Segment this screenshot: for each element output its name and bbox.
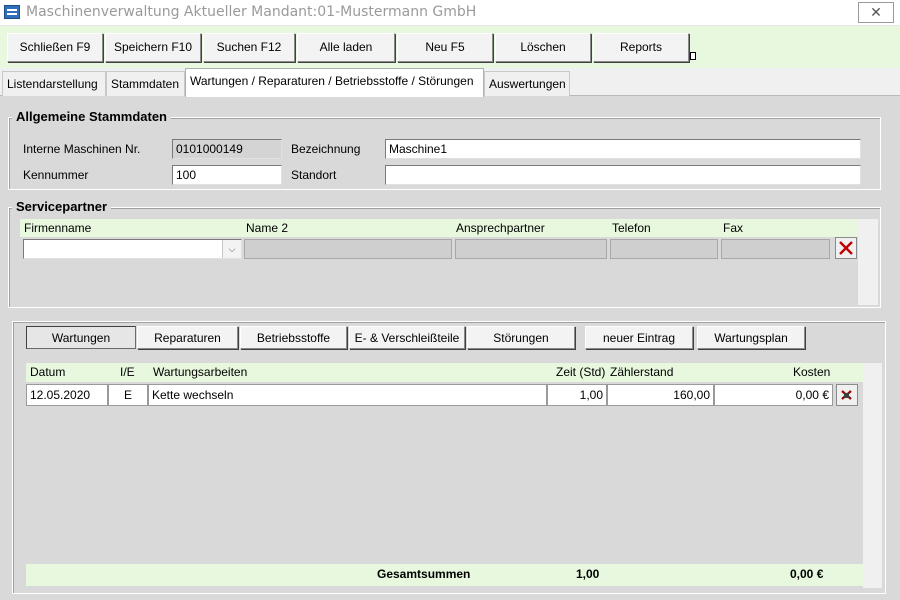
delete-row-icon [841, 390, 852, 400]
row-delete-button[interactable] [836, 384, 858, 406]
subtab-betriebsstoffe[interactable]: Betriebsstoffe [240, 326, 347, 349]
tab-listendarstellung[interactable]: Listendarstellung [2, 71, 106, 96]
load-all-button[interactable]: Alle laden [297, 33, 395, 62]
search-f12-button[interactable]: Suchen F12 [203, 33, 295, 62]
telefon-field [610, 239, 718, 259]
row-arbeiten[interactable]: Kette wechseln [148, 384, 547, 406]
subtab-stoerungen[interactable]: Störungen [467, 326, 575, 349]
interne-nr-field: 0101000149 [172, 139, 282, 159]
fax-field [721, 239, 830, 259]
servicepartner-scrollbar[interactable] [858, 219, 878, 305]
wartung-scrollbar[interactable] [863, 363, 882, 588]
servicepartner-group-title: Servicepartner [12, 199, 112, 214]
subtab-wartungen[interactable]: Wartungen [26, 326, 136, 349]
col-fax: Fax [723, 221, 744, 235]
app-icon [4, 5, 20, 19]
totals-zeit: 1,00 [576, 567, 600, 581]
col-kosten: Kosten [793, 365, 831, 379]
tab-auswertungen[interactable]: Auswertungen [484, 71, 570, 96]
col-ie: I/E [120, 365, 135, 379]
reports-button[interactable]: Reports [593, 33, 689, 62]
reports-dropdown-marker[interactable] [690, 52, 696, 60]
col-datum: Datum [30, 365, 66, 379]
totals-bar: Gesamtsummen 1,00 0,00 € [26, 564, 863, 586]
col-telefon: Telefon [612, 221, 651, 235]
save-f10-button[interactable]: Speichern F10 [105, 33, 201, 62]
col-name2: Name 2 [246, 221, 289, 235]
col-zeit: Zeit (Std) [556, 365, 606, 379]
firmenname-combobox[interactable] [23, 239, 242, 259]
totals-kosten: 0,00 € [790, 567, 824, 581]
window-title: Maschinenverwaltung Aktueller Mandant:01… [26, 4, 477, 20]
row-datum[interactable]: 12.05.2020 [26, 384, 108, 406]
col-wartungsarbeiten: Wartungsarbeiten [153, 365, 248, 379]
subtab-reparaturen[interactable]: Reparaturen [137, 326, 238, 349]
name2-field [244, 239, 452, 259]
kennummer-field[interactable]: 100 [172, 165, 282, 185]
interne-nr-label: Interne Maschinen Nr. [23, 142, 141, 156]
row-zaehlerstand[interactable]: 160,00 [607, 384, 714, 406]
bezeichnung-label: Bezeichnung [291, 142, 361, 156]
row-zeit[interactable]: 1,00 [547, 384, 607, 406]
wartungsplan-button[interactable]: Wartungsplan [697, 326, 805, 349]
ansprechpartner-field [455, 239, 607, 259]
wartung-header: Datum I/E Wartungsarbeiten Zeit (Std) Zä… [26, 363, 863, 382]
subtab-verschleissteile[interactable]: E- & Verschleißteile [349, 326, 465, 349]
row-kosten[interactable]: 0,00 € [714, 384, 833, 406]
totals-label: Gesamtsummen [377, 567, 471, 581]
delete-x-icon [839, 241, 853, 255]
wartung-group [12, 321, 886, 594]
row-ie[interactable]: E [108, 384, 148, 406]
new-entry-button[interactable]: neuer Eintrag [585, 326, 693, 349]
title-bar: Maschinenverwaltung Aktueller Mandant:01… [0, 0, 900, 26]
close-button[interactable]: ✕ [858, 2, 894, 23]
col-zaehlerstand: Zählerstand [610, 365, 674, 379]
stammdaten-group-title: Allgemeine Stammdaten [12, 109, 171, 124]
tab-stammdaten[interactable]: Stammdaten [106, 71, 185, 96]
delete-button[interactable]: Löschen [495, 33, 591, 62]
col-firmenname: Firmenname [24, 221, 92, 235]
standort-label: Standort [291, 168, 337, 182]
chevron-down-icon[interactable]: ⌵ [222, 240, 241, 258]
servicepartner-delete-button[interactable] [835, 237, 857, 259]
kennummer-label: Kennummer [23, 168, 89, 182]
new-f5-button[interactable]: Neu F5 [397, 33, 493, 62]
servicepartner-header: Firmenname Name 2 Ansprechpartner Telefo… [20, 219, 858, 237]
toolbar: Schließen F9 Speichern F10 Suchen F12 Al… [0, 26, 900, 68]
standort-field[interactable] [385, 165, 861, 185]
col-ansprechpartner: Ansprechpartner [456, 221, 545, 235]
tab-wartungen[interactable]: Wartungen / Reparaturen / Betriebsstoffe… [185, 68, 484, 97]
bezeichnung-field[interactable]: Maschine1 [385, 139, 861, 159]
close-f9-button[interactable]: Schließen F9 [7, 33, 103, 62]
